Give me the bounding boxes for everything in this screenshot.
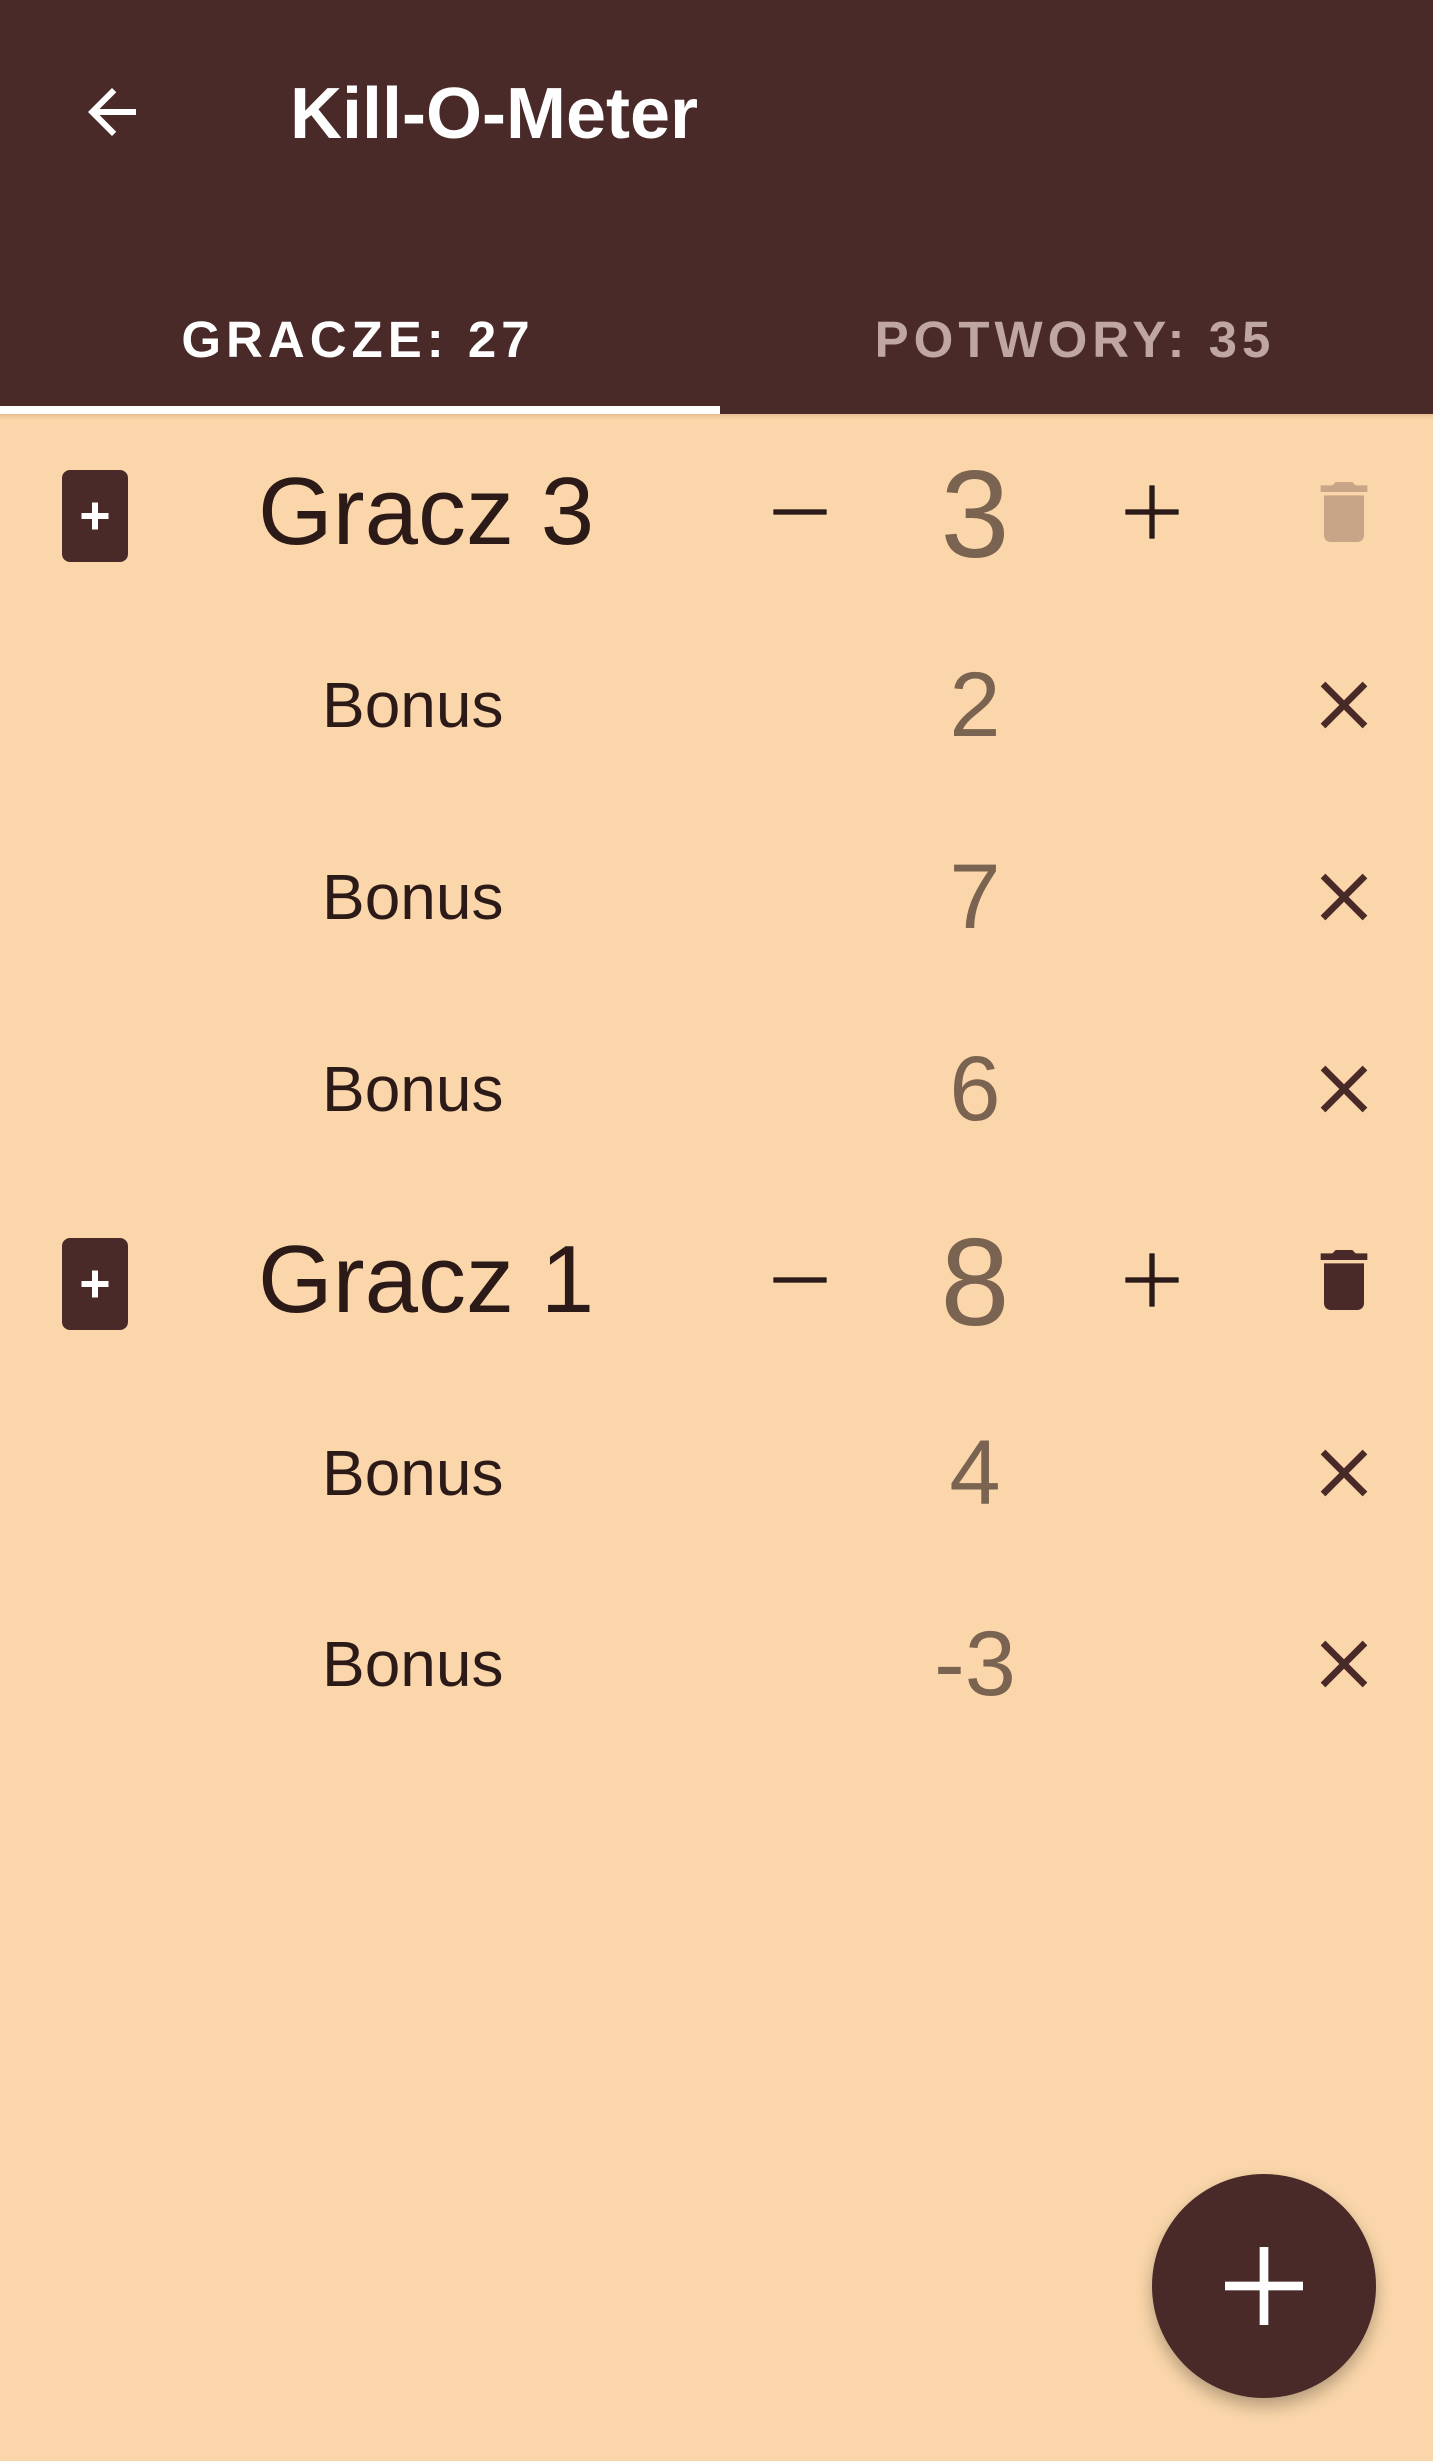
plus-icon: [81, 1270, 109, 1298]
remove-bonus-button[interactable]: [1304, 1624, 1384, 1704]
add-player-fab[interactable]: [1152, 2174, 1376, 2398]
player-score: 8: [940, 1214, 1010, 1352]
bonus-label: Bonus: [322, 669, 504, 741]
bonus-row: Bonus 4: [0, 1403, 1433, 1543]
tab-monsters[interactable]: POTWORY: 35: [717, 264, 1433, 414]
bonus-row: Bonus 7: [0, 827, 1433, 967]
decrement-button[interactable]: [758, 1230, 842, 1330]
close-icon: [1320, 1065, 1368, 1113]
increment-button[interactable]: [1110, 462, 1194, 562]
tab-indicator: [0, 406, 720, 414]
player-row: Gracz 1 8: [0, 1200, 1433, 1360]
close-icon: [1320, 873, 1368, 921]
bonus-row: Bonus 2: [0, 635, 1433, 775]
player-name[interactable]: Gracz 3: [258, 452, 594, 572]
remove-bonus-button[interactable]: [1304, 857, 1384, 937]
bonus-row: Bonus 6: [0, 1019, 1433, 1159]
bonus-value: 7: [949, 846, 1001, 948]
player-name[interactable]: Gracz 1: [258, 1220, 594, 1340]
trash-icon: [1320, 482, 1368, 542]
app-title: Kill-O-Meter: [290, 74, 699, 154]
minus-icon: [773, 509, 827, 515]
add-bonus-button[interactable]: [62, 470, 128, 562]
player-row: Gracz 3 3: [0, 432, 1433, 592]
bonus-value: 6: [949, 1038, 1001, 1140]
bonus-label: Bonus: [322, 1628, 504, 1700]
add-icon: [1225, 2247, 1303, 2325]
app-bar: Kill-O-Meter GRACZE: 27 POTWORY: 35: [0, 0, 1433, 414]
plus-icon: [81, 502, 109, 530]
remove-bonus-button[interactable]: [1304, 665, 1384, 745]
player-score: 3: [940, 446, 1010, 584]
minus-icon: [773, 1277, 827, 1283]
add-bonus-button[interactable]: [62, 1238, 128, 1330]
trash-icon: [1320, 1250, 1368, 1310]
close-icon: [1320, 1640, 1368, 1688]
bonus-label: Bonus: [322, 1437, 504, 1509]
close-icon: [1320, 1449, 1368, 1497]
bonus-value: 2: [949, 654, 1001, 756]
bonus-value: -3: [934, 1613, 1016, 1715]
remove-bonus-button[interactable]: [1304, 1433, 1384, 1513]
delete-player-button[interactable]: [1304, 1230, 1384, 1330]
plus-icon: [1125, 1253, 1179, 1307]
remove-bonus-button[interactable]: [1304, 1049, 1384, 1129]
plus-icon: [1125, 485, 1179, 539]
increment-button[interactable]: [1110, 1230, 1194, 1330]
close-icon: [1320, 681, 1368, 729]
bonus-label: Bonus: [322, 1053, 504, 1125]
bonus-value: 4: [949, 1422, 1001, 1524]
tab-players[interactable]: GRACZE: 27: [0, 264, 716, 414]
back-button[interactable]: [60, 60, 164, 164]
delete-player-button[interactable]: [1304, 462, 1384, 562]
arrow-back-icon: [88, 88, 136, 136]
bonus-row: Bonus -3: [0, 1594, 1433, 1734]
decrement-button[interactable]: [758, 462, 842, 562]
bonus-label: Bonus: [322, 861, 504, 933]
tab-shadow: [0, 414, 1433, 420]
